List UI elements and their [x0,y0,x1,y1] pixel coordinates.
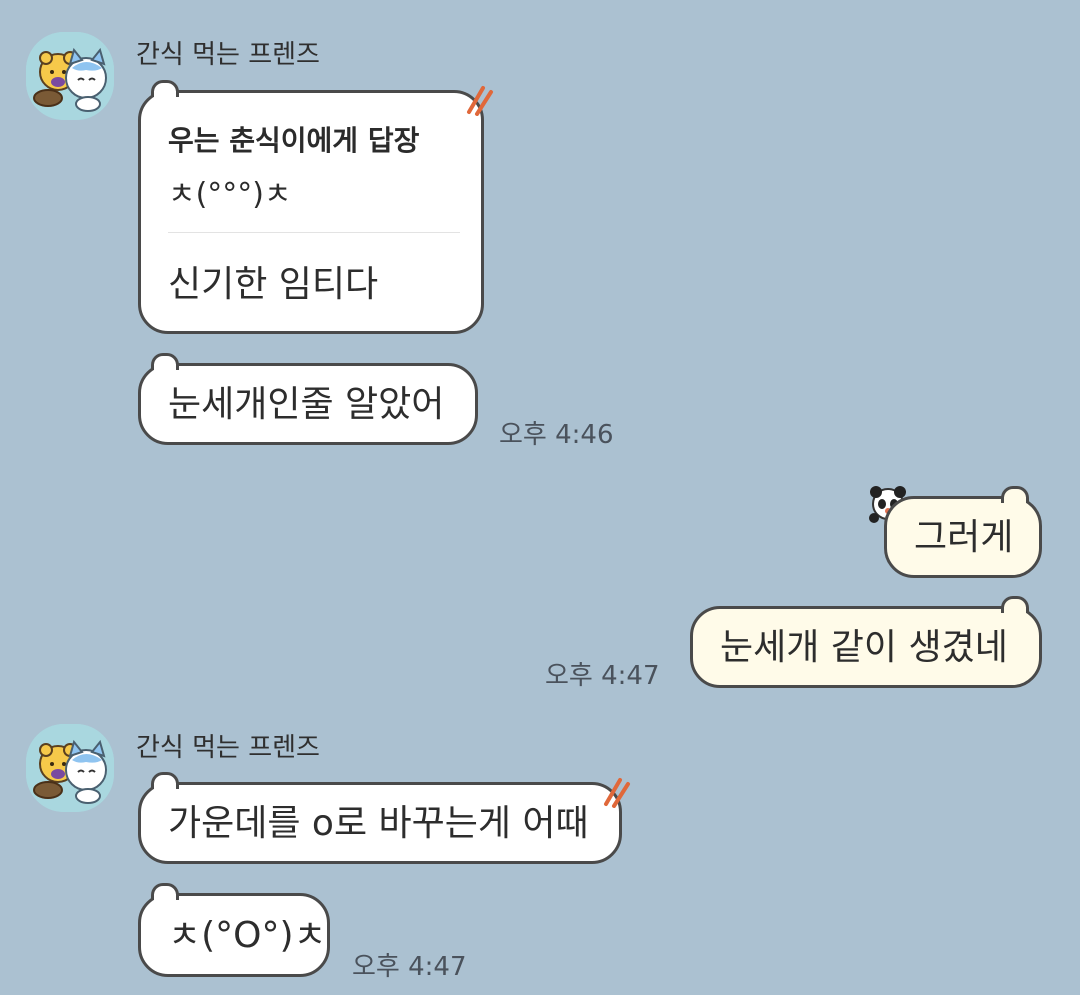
reply-divider [168,232,460,233]
bear-and-cat-avatar-icon [26,32,114,120]
chopsticks-decoration-icon [467,86,493,116]
message-text: 눈세개 같이 생겼네 [720,627,1008,668]
reply-target-title: 우는 춘식이에게 답장 [168,124,420,157]
message-text: 눈세개인줄 알았어 [168,384,445,425]
message-text: 그러게 [914,517,1014,558]
sender-avatar[interactable] [26,32,114,120]
message-bubble[interactable]: ㅊ(°O°)ㅊ [138,883,330,977]
message-text: 가운데를 o로 바꾸는게 어때 [168,803,589,844]
sender-avatar[interactable] [26,724,114,812]
chopsticks-decoration-icon [604,778,630,808]
sender-name: 간식 먹는 프렌즈 [136,733,320,763]
message-bubble[interactable]: 가운데를 o로 바꾸는게 어때 [138,772,622,864]
reply-message-bubble[interactable]: 우는 춘식이에게 답장 ㅊ(°°°)ㅊ 신기한 임티다 [138,80,484,334]
bear-and-cat-avatar-icon [26,724,114,812]
message-bubble[interactable]: 눈세개인줄 알았어 [138,353,478,445]
message-text: ㅊ(°O°)ㅊ [168,915,327,956]
my-message-bubble[interactable]: 그러게 [884,486,1042,578]
message-time: 오후 4:46 [499,420,614,450]
sender-name: 간식 먹는 프렌즈 [136,40,320,70]
message-time: 오후 4:47 [545,661,660,691]
message-text: 신기한 임티다 [168,264,379,305]
my-message-bubble[interactable]: 눈세개 같이 생겼네 [690,596,1042,688]
reply-quoted-text: ㅊ(°°°)ㅊ [168,177,292,212]
message-time: 오후 4:47 [352,952,467,982]
